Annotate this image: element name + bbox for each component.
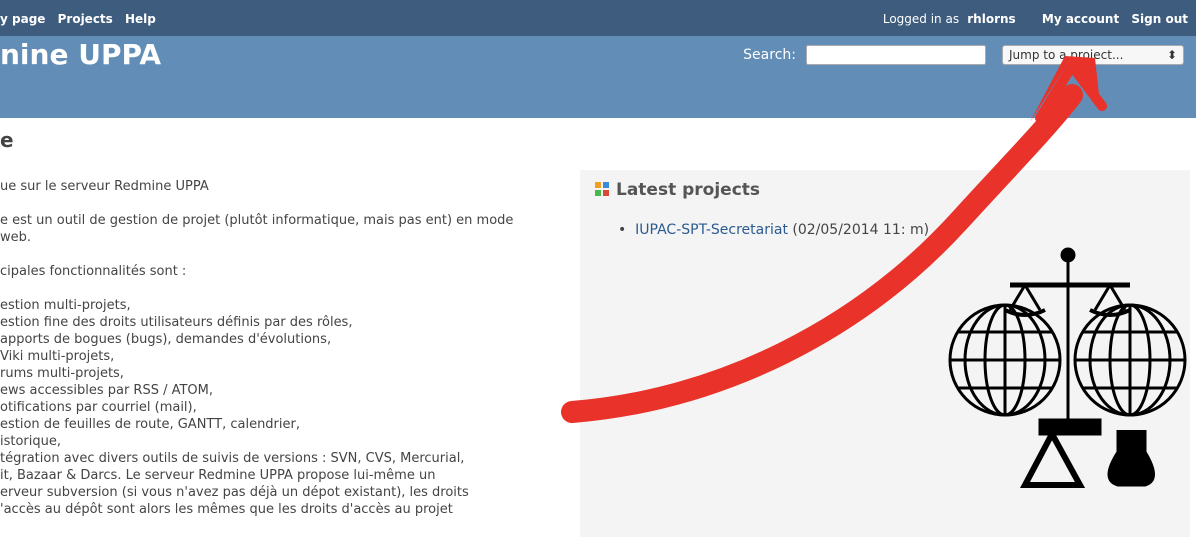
latest-projects-title: Latest projects — [616, 180, 761, 200]
projects-icon — [595, 182, 609, 196]
list-item: apports de bogues (bugs), demandes d'évo… — [0, 332, 332, 347]
list-item: istorique, — [0, 434, 62, 449]
list-item: ews accessibles par RSS / ATOM, — [0, 383, 214, 398]
quick-search: Search: Jump to a project... ⬍ — [743, 44, 1184, 66]
list-item: 'accès au dépôt sont alors les mêmes que… — [0, 502, 453, 517]
features-heading: cipales fonctionnalités sont : — [0, 264, 187, 279]
list-item: estion multi-projets, — [0, 298, 131, 313]
my-account-link[interactable]: My account — [1042, 12, 1119, 26]
list-item: erveur subversion (si vous n'avez pas dé… — [0, 485, 469, 500]
account-menu: Logged in as rhlorns My account Sign out — [883, 12, 1188, 26]
features-list: estion multi-projets, estion fine des dr… — [0, 297, 560, 518]
list-item: Viki multi-projets, — [0, 349, 115, 364]
list-item: rums multi-projets, — [0, 366, 124, 381]
top-menu-links: y page Projects Help — [0, 12, 164, 26]
list-item: estion de feuilles de route, GANTT, cale… — [0, 417, 300, 432]
my-page-link[interactable]: y page — [0, 12, 45, 26]
project-jump-select[interactable]: Jump to a project... ⬍ — [1002, 45, 1184, 65]
select-arrows-icon: ⬍ — [1166, 48, 1177, 62]
project-jump-label: Jump to a project... — [1009, 48, 1124, 62]
projects-link[interactable]: Projects — [58, 12, 113, 26]
logged-in-label: Logged in as — [882, 12, 960, 26]
sign-out-link[interactable]: Sign out — [1131, 12, 1188, 26]
help-link[interactable]: Help — [125, 12, 156, 26]
list-item: estion fine des droits utilisateurs défi… — [0, 315, 353, 330]
project-link[interactable]: IUPAC-SPT-Secretariat — [635, 222, 788, 238]
latest-projects-heading: Latest projects — [594, 180, 760, 200]
list-item: tégration avec divers outils de suivis d… — [0, 451, 465, 466]
welcome-text: ue sur le serveur Redmine UPPA e est un … — [0, 178, 560, 518]
top-menu: y page Projects Help Logged in as rhlorn… — [0, 0, 1196, 36]
page-title: e — [0, 128, 14, 152]
header: nine UPPA Search: Jump to a project... ⬍ — [0, 36, 1196, 118]
bullet-icon: • — [618, 222, 636, 238]
iupac-logo-icon — [948, 247, 1187, 488]
project-date: (02/05/2014 11: m) — [792, 222, 930, 238]
welcome-line: ue sur le serveur Redmine UPPA — [0, 179, 209, 194]
list-item: otifications par courriel (mail), — [0, 400, 197, 415]
search-label: Search: — [743, 47, 796, 63]
list-item: it, Bazaar & Darcs. Le serveur Redmine U… — [0, 468, 436, 483]
search-input[interactable] — [806, 45, 986, 65]
site-title: nine UPPA — [0, 38, 162, 71]
list-item: • IUPAC-SPT-Secretariat (02/05/2014 11: … — [618, 222, 929, 238]
username-link[interactable]: rhlorns — [967, 12, 1015, 26]
intro-paragraph: e est un outil de gestion de projet (plu… — [0, 213, 514, 245]
